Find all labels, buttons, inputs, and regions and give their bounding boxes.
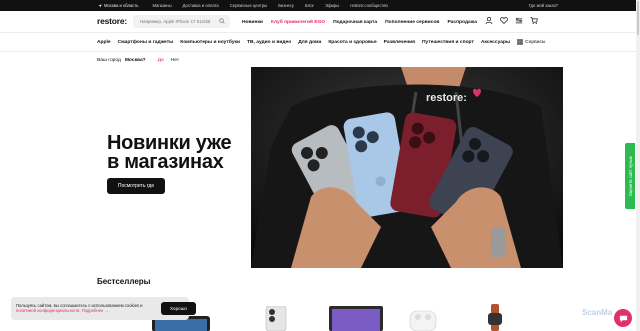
- location-icon: [98, 3, 102, 8]
- heart-icon[interactable]: [500, 16, 508, 25]
- hero-title: Новинки уже в магазинах: [107, 133, 247, 173]
- product-watch-image[interactable]: [485, 304, 505, 331]
- city-selector[interactable]: Москва и область: [98, 3, 138, 8]
- city-question-city: Москва?: [124, 57, 146, 63]
- top-link-community[interactable]: restore:сообщество: [350, 3, 388, 8]
- header-nav: Новинки Клуб привилегий EGO Подарочная к…: [242, 11, 477, 33]
- cookie-accept-button[interactable]: Хорошо: [161, 302, 196, 315]
- scrollbar[interactable]: [636, 0, 640, 331]
- cookie-text: Пользуясь сайтом, вы соглашаетесь с испо…: [16, 303, 144, 313]
- search-input[interactable]: [140, 19, 218, 24]
- nav-gift-card[interactable]: Подарочная карта: [333, 20, 377, 25]
- city-no-button[interactable]: Нет: [171, 58, 179, 63]
- cat-apple[interactable]: Apple: [97, 40, 111, 45]
- cat-beauty[interactable]: Красота и здоровье: [328, 40, 376, 45]
- search-icon[interactable]: [219, 18, 225, 24]
- city-yes-button[interactable]: Да: [158, 58, 164, 63]
- top-bar: Москва и область Магазины Доставка и опл…: [0, 0, 636, 11]
- city-confirm: Ваш город Москва? Да Нет: [97, 55, 179, 65]
- nav-club[interactable]: Клуб привилегий EGO: [271, 20, 325, 25]
- cart-icon[interactable]: [530, 16, 538, 25]
- feedback-tab-label: Оцените сайт лучше: [627, 155, 633, 197]
- user-icon[interactable]: [485, 16, 493, 25]
- order-status-link[interactable]: Где мой заказ?: [529, 0, 558, 11]
- top-link-streams[interactable]: Эфиры: [325, 3, 339, 8]
- top-link-business[interactable]: Бизнесу: [278, 3, 294, 8]
- product-phone-image[interactable]: [262, 306, 290, 331]
- bestsellers-title: Бестселлеры: [97, 277, 151, 286]
- logo[interactable]: restore:: [97, 16, 127, 26]
- services-menu[interactable]: Сервисы: [517, 39, 545, 45]
- shirt-logo: restore:: [426, 92, 467, 104]
- header-icons: [485, 16, 538, 25]
- city-label: Москва и область: [104, 3, 139, 8]
- divider: [0, 51, 636, 52]
- search-box[interactable]: [133, 15, 230, 28]
- cat-accessories[interactable]: Аксессуары: [481, 40, 510, 45]
- cat-tv-audio[interactable]: ТВ, аудио и видео: [247, 40, 291, 45]
- scrollbar-thumb[interactable]: [637, 1, 639, 35]
- nav-new[interactable]: Новинки: [242, 20, 263, 25]
- cookie-banner: Пользуясь сайтом, вы соглашаетесь с испо…: [11, 297, 196, 320]
- hero-illustration: restore:: [251, 67, 563, 268]
- grid-icon: [517, 39, 523, 45]
- top-link-service[interactable]: Сервисные центры: [230, 3, 267, 8]
- chat-button[interactable]: [614, 309, 632, 327]
- page: Москва и область Магазины Доставка и опл…: [0, 0, 640, 331]
- header: restore: Новинки Клуб привилегий EGO Под…: [0, 11, 636, 33]
- product-laptop-image[interactable]: [327, 306, 385, 331]
- hero-title-line2: в магазинах: [107, 151, 224, 173]
- top-link-stores[interactable]: Магазины: [152, 3, 171, 8]
- city-question-text: Ваш город: [97, 57, 121, 63]
- product-strip: [150, 298, 550, 331]
- nav-sale[interactable]: Распродажа: [447, 20, 477, 25]
- services-label: Сервисы: [525, 39, 546, 45]
- feedback-tab[interactable]: Оцените сайт лучше: [625, 143, 635, 209]
- cat-home[interactable]: Для дома: [298, 40, 321, 45]
- top-link-delivery[interactable]: Доставка и оплата: [183, 3, 219, 8]
- cookie-privacy-link[interactable]: политикой конфиденциальности. Подробнее …: [16, 308, 109, 313]
- top-links: Магазины Доставка и оплата Сервисные цен…: [152, 3, 387, 8]
- nav-topup[interactable]: Пополнение сервисов: [385, 20, 439, 25]
- category-nav: Apple Смартфоны и гаджеты Компьютеры и н…: [97, 33, 557, 51]
- watermark: ScanMa: [582, 308, 613, 317]
- product-airpods-image[interactable]: [408, 305, 438, 331]
- top-link-blog[interactable]: Блог: [305, 3, 314, 8]
- cat-phones[interactable]: Смартфоны и гаджеты: [118, 40, 174, 45]
- cat-entertainment[interactable]: Развлечения: [384, 40, 415, 45]
- cat-computers[interactable]: Компьютеры и ноутбуки: [180, 40, 240, 45]
- chat-icon: [619, 315, 627, 322]
- cat-travel[interactable]: Путешествия и спорт: [422, 40, 474, 45]
- hero-cta-button[interactable]: Посмотреть где: [107, 178, 165, 194]
- compare-icon[interactable]: [515, 16, 523, 25]
- hero-banner-image[interactable]: restore:: [251, 67, 563, 268]
